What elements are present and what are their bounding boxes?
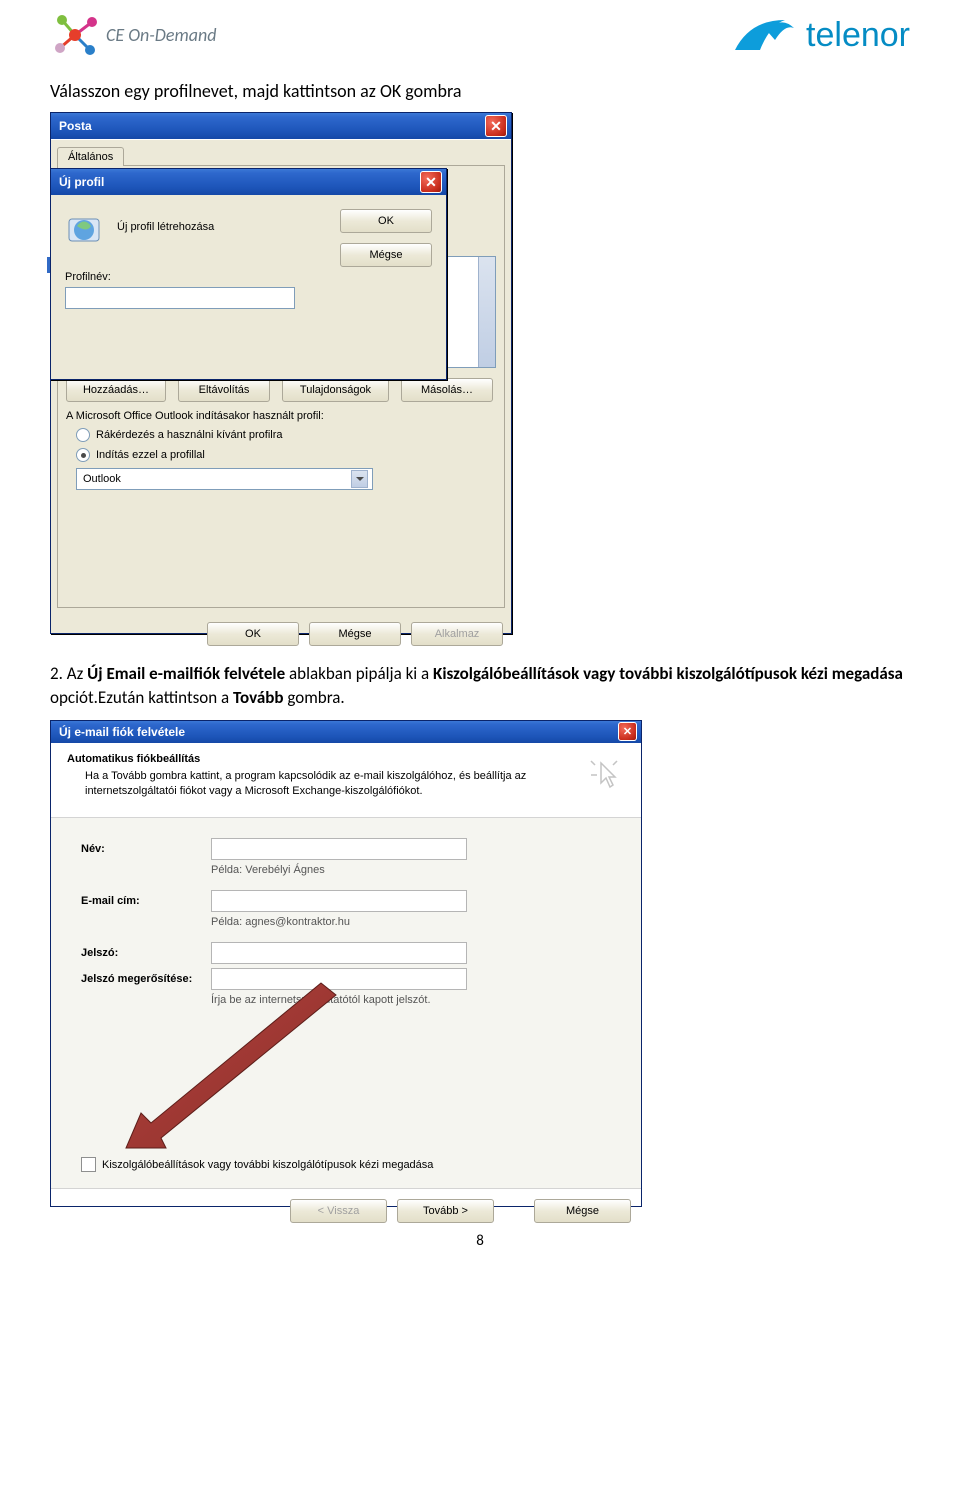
cursor-sparkle-icon <box>585 755 625 795</box>
instr2-mid: ablakban pipálja ki a <box>285 663 433 684</box>
wizard-title: Új e-mail fiók felvétele <box>59 725 185 739</box>
startup-profile-label: A Microsoft Office Outlook indításakor h… <box>66 410 496 422</box>
profile-select-value: Outlook <box>83 473 121 485</box>
checkbox-icon[interactable] <box>81 1157 96 1172</box>
copy-button[interactable]: Másolás… <box>401 378 493 402</box>
molecule-icon <box>50 10 100 60</box>
close-icon[interactable]: ✕ <box>420 171 442 193</box>
instr2-prefix: 2. Az <box>50 663 87 684</box>
telenor-logo: telenor <box>730 10 910 60</box>
radio-ask-label: Rákérdezés a használni kívánt profilra <box>96 429 282 441</box>
manual-settings-checkbox-row[interactable]: Kiszolgálóbeállítások vagy további kiszo… <box>81 1157 433 1172</box>
tab-general[interactable]: Általános <box>57 147 124 166</box>
globe-icon <box>65 209 105 249</box>
radio-ask-profile[interactable]: Rákérdezés a használni kívánt profilra <box>66 428 496 442</box>
properties-button[interactable]: Tulajdonságok <box>282 378 389 402</box>
posta-titlebar: Posta ✕ <box>51 113 511 139</box>
label-password-confirm: Jelszó megerősítése: <box>81 973 211 985</box>
profile-cancel-button[interactable]: Mégse <box>340 243 432 267</box>
cancel-button[interactable]: Mégse <box>309 622 401 646</box>
chevron-down-icon <box>351 470 368 488</box>
instr2-b3: Tovább <box>233 687 283 708</box>
wizard-heading: Automatikus fiókbeállítás <box>67 753 625 765</box>
wizard-subheading: Ha a Tovább gombra kattint, a program ka… <box>67 769 565 800</box>
wizard-cancel-button[interactable]: Mégse <box>534 1199 631 1223</box>
password-confirm-input[interactable] <box>211 968 467 990</box>
profile-ok-button[interactable]: OK <box>340 209 432 233</box>
ce-ondemand-logo: CE On-Demand <box>50 10 216 60</box>
telenor-icon <box>730 10 798 60</box>
password-input[interactable] <box>211 942 467 964</box>
label-email: E-mail cím: <box>81 895 211 907</box>
label-name: Név: <box>81 843 211 855</box>
instr2-end: gombra. <box>284 687 345 708</box>
add-button[interactable]: Hozzáadás… <box>66 378 166 402</box>
label-password: Jelszó: <box>81 947 211 959</box>
profile-name-label: Profilnév: <box>65 271 432 283</box>
instr2-b1: Új Email e-mailfiók felvétele <box>87 663 285 684</box>
instr2-b2: Kiszolgálóbeállítások vagy további kiszo… <box>433 663 903 684</box>
radio-use-profile[interactable]: Indítás ezzel a profillal <box>66 448 496 462</box>
create-profile-label: Új profil létrehozása <box>117 221 214 233</box>
manual-settings-label: Kiszolgálóbeállítások vagy további kiszo… <box>102 1159 433 1171</box>
doc-header: CE On-Demand telenor <box>50 10 910 60</box>
posta-dialog-composite: Posta ✕ Általános Hozzáadás… Eltávolítás… <box>50 112 530 642</box>
back-button: < Vissza <box>290 1199 387 1223</box>
ce-brand-text: CE On-Demand <box>106 24 216 46</box>
email-wizard-window: Új e-mail fiók felvétele ✕ Automatikus f… <box>50 720 642 1207</box>
hint-email: Példa: agnes@kontraktor.hu <box>211 916 611 928</box>
name-input[interactable] <box>211 838 467 860</box>
page-number: 8 <box>50 1232 910 1250</box>
telenor-text: telenor <box>806 16 910 55</box>
hint-name: Példa: Verebélyi Ágnes <box>211 864 611 876</box>
new-profile-titlebar: Új profil ✕ <box>51 169 446 195</box>
profile-select[interactable]: Outlook <box>76 468 373 490</box>
wizard-titlebar: Új e-mail fiók felvétele ✕ <box>51 721 641 743</box>
posta-title: Posta <box>59 119 92 133</box>
email-input[interactable] <box>211 890 467 912</box>
close-icon[interactable]: ✕ <box>618 722 637 741</box>
ok-button[interactable]: OK <box>207 622 299 646</box>
radio-use-label: Indítás ezzel a profillal <box>96 449 205 461</box>
hint-password: Írja be az internetszolgáltatótól kapott… <box>211 994 611 1006</box>
instruction-2: 2. Az Új Email e-mailfiók felvétele abla… <box>50 662 910 710</box>
instr2-mid2: opciót.Ezután kattintson a <box>50 687 233 708</box>
instruction-1: Válasszon egy profilnevet, majd kattints… <box>50 80 910 102</box>
new-profile-window: Új profil ✕ Új profil létrehozása OK Még… <box>50 168 447 380</box>
remove-button[interactable]: Eltávolítás <box>178 378 270 402</box>
next-button[interactable]: Tovább > <box>397 1199 494 1223</box>
apply-button: Alkalmaz <box>411 622 503 646</box>
close-icon[interactable]: ✕ <box>485 115 507 137</box>
profile-name-input[interactable] <box>65 287 295 309</box>
new-profile-title: Új profil <box>59 175 104 189</box>
